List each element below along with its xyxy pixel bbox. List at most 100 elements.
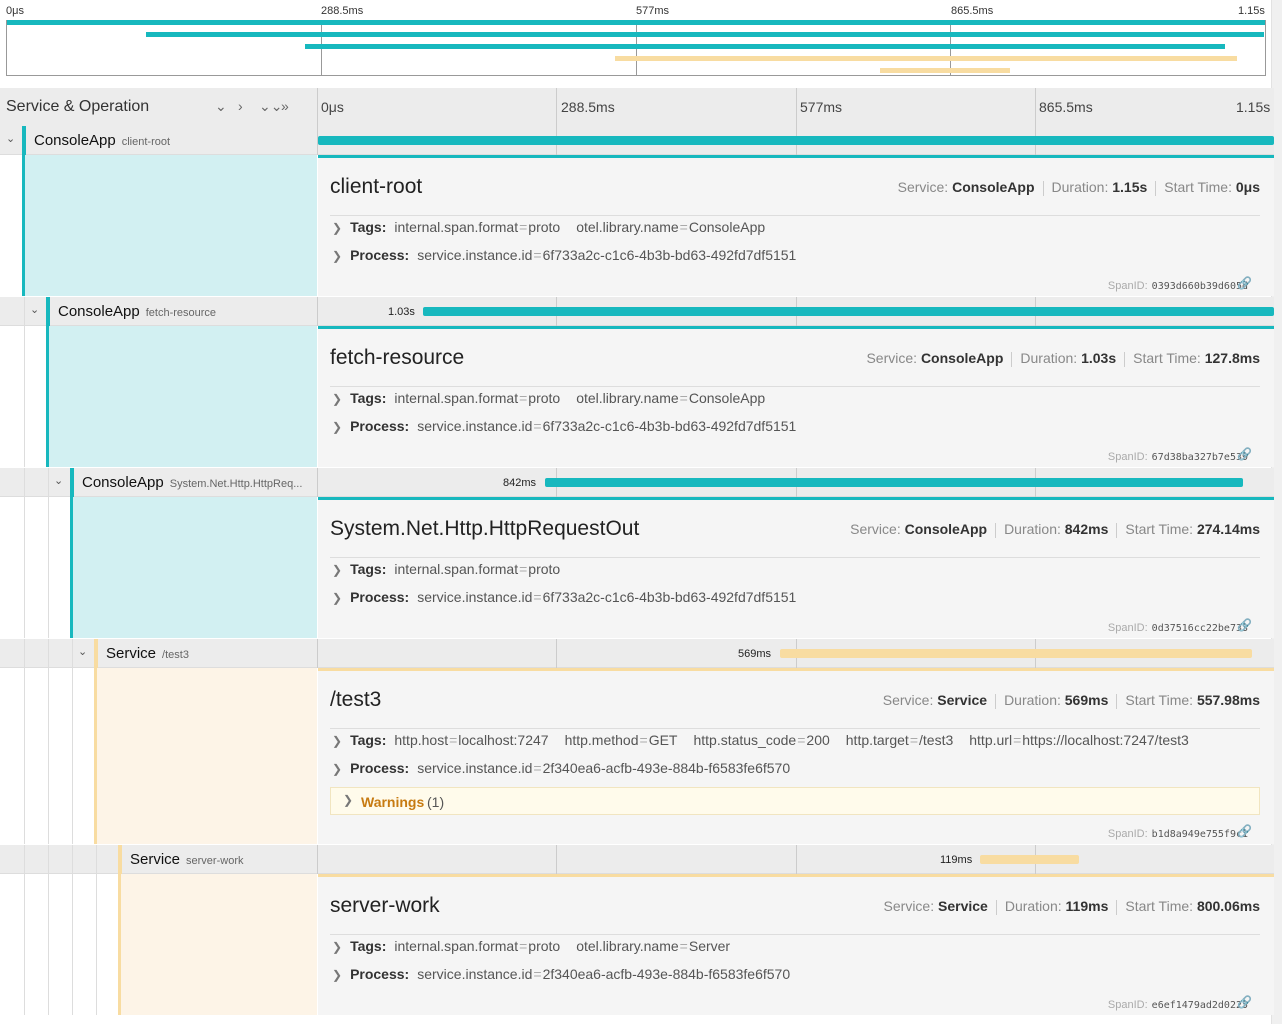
chevron-right-icon[interactable]: ❯ [332,249,342,263]
span-title: fetch-resource [330,346,465,369]
service-color-bar [118,845,122,874]
span-row-test3[interactable]: ⌄ Service/test3 569ms [0,639,1274,668]
span-row-fetch-resource[interactable]: ⌄ ConsoleApp fetch-resource 1.03s [0,297,1274,326]
process-section[interactable]: ❯ Process: service.instance.id=2f340ea6-ac… [332,966,1252,982]
chevron-right-icon[interactable]: ❯ [332,762,342,776]
tags-section[interactable]: ❯ Tags: internal.span.format=proto otel.lib… [332,938,1252,954]
span-service-name[interactable]: ConsoleApp System.Net.Http.HttpReq... [82,474,302,491]
tags-section[interactable]: ❯ Tags: http.host=localhost:7247 http.metho… [332,732,1252,748]
span-bar[interactable] [780,649,1252,658]
span-id: SpanID: 0393d660b39d605d [1107,280,1248,292]
link-icon[interactable]: 🔗 [1237,824,1252,838]
trace-minimap[interactable]: 0μs 288.5ms 577ms 865.5ms 1.15s [0,0,1272,89]
timeline-gridline [556,88,557,126]
span-operation-name: fetch-resource [145,307,217,319]
span-bar[interactable] [980,855,1079,864]
span-service-name[interactable]: Service/test3 [106,645,189,662]
minimap-tick: 0μs [6,5,24,17]
process-section[interactable]: ❯ Process: service.instance.id=6f733a2c-c1… [332,418,1252,434]
minimap-tick: 865.5ms [951,5,994,17]
timeline-tick: 288.5ms [561,99,615,115]
chevron-right-icon[interactable]: ❯ [332,940,342,954]
chevron-right-icon[interactable]: ❯ [332,734,342,748]
process-section[interactable]: ❯ Process: service.instance.id=6f733a2c-c1… [332,247,1252,263]
span-id: SpanID: 0d37516cc22be733 [1107,622,1248,634]
warnings-section[interactable]: ❯ Warnings (1) [330,787,1260,815]
span-service-name[interactable]: Service server-work [130,851,243,868]
service-color-bar [70,468,74,497]
expand-one-icon[interactable]: › [238,98,243,114]
chevron-down-icon[interactable]: ⌄ [54,474,63,487]
span-row-client-root[interactable]: ⌄ ConsoleApp client-root [0,126,1274,155]
minimap-span-bar [7,20,1265,25]
span-bar[interactable] [545,478,1243,487]
link-icon[interactable]: 🔗 [1237,276,1252,290]
span-duration-label: 842ms [503,477,537,489]
chevron-right-icon[interactable]: ❯ [332,420,342,434]
trace-header: Service & Operation ⌄ › ⌄⌄ » 0μs 288.5ms… [0,88,1274,127]
service-color-bar [22,126,26,155]
span-bar[interactable] [318,136,1274,145]
chevron-right-icon[interactable]: ❯ [343,793,353,807]
chevron-down-icon[interactable]: ⌄ [6,132,15,145]
span-meta: Service: Service Duration: 569ms Start Tim… [882,692,1260,709]
process-section[interactable]: ❯ Process: service.instance.id=2f340ea6-ac… [332,760,1252,776]
span-service-name[interactable]: ConsoleApp fetch-resource [58,303,216,320]
service-color-bar [94,639,98,668]
minimap-span-bar [615,56,1237,61]
span-bar[interactable] [423,307,1274,316]
chevron-right-icon[interactable]: ❯ [332,591,342,605]
timeline-tick: 0μs [321,99,344,115]
minimap-tick: 577ms [636,5,670,17]
span-detail-client-root: client-root Service: ConsoleApp Duration:… [0,155,1274,296]
span-duration-label: 119ms [940,854,973,866]
chevron-right-icon[interactable]: ❯ [332,563,342,577]
span-id: SpanID: b1d8a949e755f9c1 [1107,828,1248,840]
chevron-down-icon[interactable]: ⌄ [78,645,87,658]
span-meta: Service: Service Duration: 119ms Start Tim… [883,898,1260,915]
tags-section[interactable]: ❯ Tags: internal.span.format=proto otel.lib… [332,219,1252,235]
span-operation-name: client-root [121,136,171,148]
span-detail-test3: /test3 Service: Service Duration: 569ms St… [0,668,1274,844]
timeline-gridline [1035,88,1036,126]
link-icon[interactable]: 🔗 [1237,447,1252,461]
timeline-gridline [796,88,797,126]
span-duration-label: 569ms [738,648,772,660]
chevron-right-icon[interactable]: ❯ [332,968,342,982]
collapse-one-icon[interactable]: ⌄ [215,98,227,115]
link-icon[interactable]: 🔗 [1237,995,1252,1009]
collapse-all-icon[interactable]: ⌄⌄ [259,98,282,115]
chevron-right-icon[interactable]: ❯ [332,392,342,406]
span-meta: Service: ConsoleApp Duration: 1.15s Start … [897,179,1260,196]
timeline-tick: 577ms [800,99,843,115]
span-detail-http-request-out: System.Net.Http.HttpRequestOut Service: … [0,497,1274,638]
span-title: System.Net.Http.HttpRequestOut [330,517,640,540]
span-row-server-work[interactable]: Service server-work 119ms [0,845,1274,874]
column-resizer[interactable] [317,88,318,126]
process-section[interactable]: ❯ Process: service.instance.id=6f733a2c-c1… [332,589,1252,605]
chevron-down-icon[interactable]: ⌄ [30,303,39,316]
tags-section[interactable]: ❯ Tags: internal.span.format=proto [332,561,1252,577]
timeline-tick: 865.5ms [1039,99,1093,115]
service-color-bar [46,297,50,326]
span-id: SpanID: e6ef1479ad2d0225 [1107,999,1248,1011]
column-title: Service & Operation [6,98,150,115]
link-icon[interactable]: 🔗 [1237,618,1252,632]
minimap-span-bar [880,68,1010,73]
tags-section[interactable]: ❯ Tags: internal.span.format=proto otel.lib… [332,390,1252,406]
span-title: /test3 [330,688,382,711]
minimap-tick: 288.5ms [321,5,364,17]
chevron-right-icon[interactable]: ❯ [332,221,342,235]
span-operation-name: server-work [186,855,244,867]
span-service-name[interactable]: ConsoleApp client-root [34,132,170,149]
span-duration-label: 1.03s [388,306,415,318]
span-detail-fetch-resource: fetch-resource Service: ConsoleApp Durati… [0,326,1274,467]
span-id: SpanID: 67d38ba327b7e539 [1107,451,1248,463]
span-row-http-request-out[interactable]: ⌄ ConsoleApp System.Net.Http.HttpReq... 8… [0,468,1274,497]
span-meta: Service: ConsoleApp Duration: 1.03s Start … [866,350,1260,367]
expand-all-icon[interactable]: » [281,98,289,114]
span-detail-server-work: server-work Service: Service Duration: 11… [0,874,1274,1015]
minimap-span-bar [146,32,1264,37]
timeline-tick: 1.15s [1236,99,1271,115]
span-operation-name: /test3 [162,649,189,661]
